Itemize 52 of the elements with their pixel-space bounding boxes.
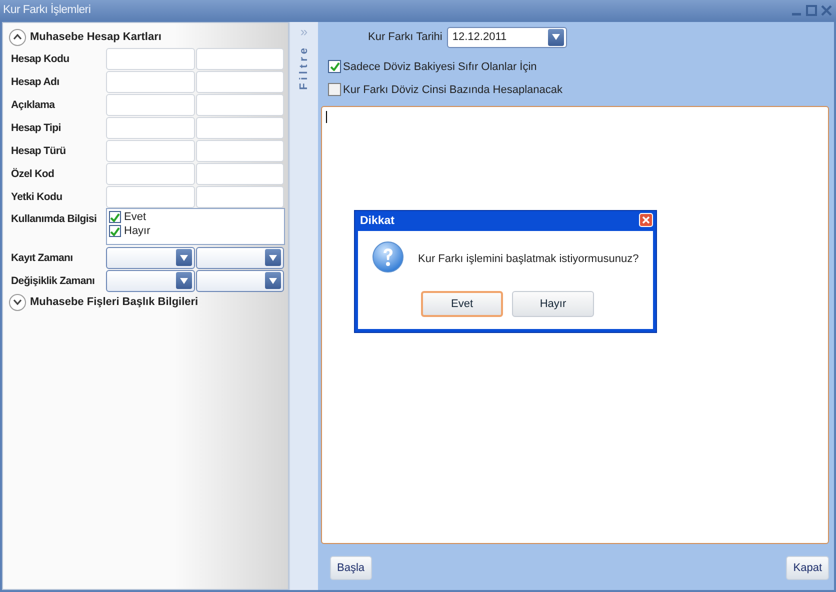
action-button[interactable]: Kapat (786, 556, 829, 580)
input-field[interactable] (196, 140, 284, 162)
date-field[interactable]: 12.12.2011 (447, 26, 568, 48)
checkbox[interactable] (109, 225, 121, 237)
field-label: Hesap Tipi (10, 122, 62, 134)
input-field[interactable] (106, 70, 194, 92)
input-field[interactable] (196, 116, 284, 138)
input-field[interactable] (196, 94, 284, 116)
input-field[interactable] (106, 48, 194, 70)
action-button[interactable]: Başla (330, 556, 372, 580)
field-label: Kur Farkı Tarihi (368, 31, 442, 43)
field-label: Değişiklik Zamanı (10, 274, 96, 286)
checkbox[interactable] (328, 60, 341, 73)
field-label: Açıklama (10, 98, 56, 110)
dropdown[interactable] (196, 270, 284, 292)
input-field[interactable] (196, 48, 284, 70)
input-field[interactable] (106, 186, 194, 208)
maximize-icon[interactable] (806, 4, 817, 16)
dialog-message: Kur Farkı işlemini başlatmak istiyormusunuz? (418, 252, 639, 264)
section-title: Muhasebe Hesap Kartları (30, 31, 162, 43)
field-label: Hesap Türü (10, 144, 67, 156)
input-field[interactable] (106, 94, 194, 116)
input-field[interactable] (106, 140, 194, 162)
dropdown[interactable] (106, 246, 194, 268)
section-title: Muhasebe Fişleri Başlık Bilgileri (30, 296, 198, 308)
input-field[interactable] (196, 162, 284, 184)
option-label: Hayır (124, 225, 150, 237)
input-field[interactable] (106, 116, 194, 138)
field-label: Hesap Adı (10, 76, 60, 88)
dialog-title: Dikkat (360, 215, 395, 227)
collapse-icon[interactable] (9, 28, 26, 46)
window-title: Kur Farkı İşlemleri (3, 4, 91, 16)
field-label: Özel Kod (10, 168, 56, 180)
checkbox[interactable] (109, 211, 121, 223)
field-label: Hesap Kodu (10, 52, 70, 64)
close-icon[interactable] (639, 212, 653, 230)
field-label: Kayıt Zamanı (10, 252, 74, 264)
option-label: Evet (124, 211, 146, 223)
expand-icon[interactable] (9, 294, 26, 310)
dropdown[interactable] (196, 246, 284, 268)
dialog-button[interactable]: Hayır (512, 291, 594, 317)
dialog-button[interactable]: Evet (421, 291, 503, 317)
input-field[interactable] (196, 70, 284, 92)
strip-label[interactable]: Filtre (298, 45, 310, 90)
field-label: Yetki Kodu (10, 190, 64, 202)
checkbox-label: Sadece Döviz Bakiyesi Sıfır Olanlar İçin (343, 60, 537, 72)
checkbox-label: Kur Farkı Döviz Cinsi Bazında Hesaplanacak (343, 84, 562, 96)
input-field[interactable] (106, 162, 194, 184)
dropdown[interactable] (106, 270, 194, 292)
checkbox[interactable] (328, 83, 341, 96)
field-label: Kullanımda Bilgisi (10, 212, 98, 225)
input-field[interactable] (196, 186, 284, 208)
